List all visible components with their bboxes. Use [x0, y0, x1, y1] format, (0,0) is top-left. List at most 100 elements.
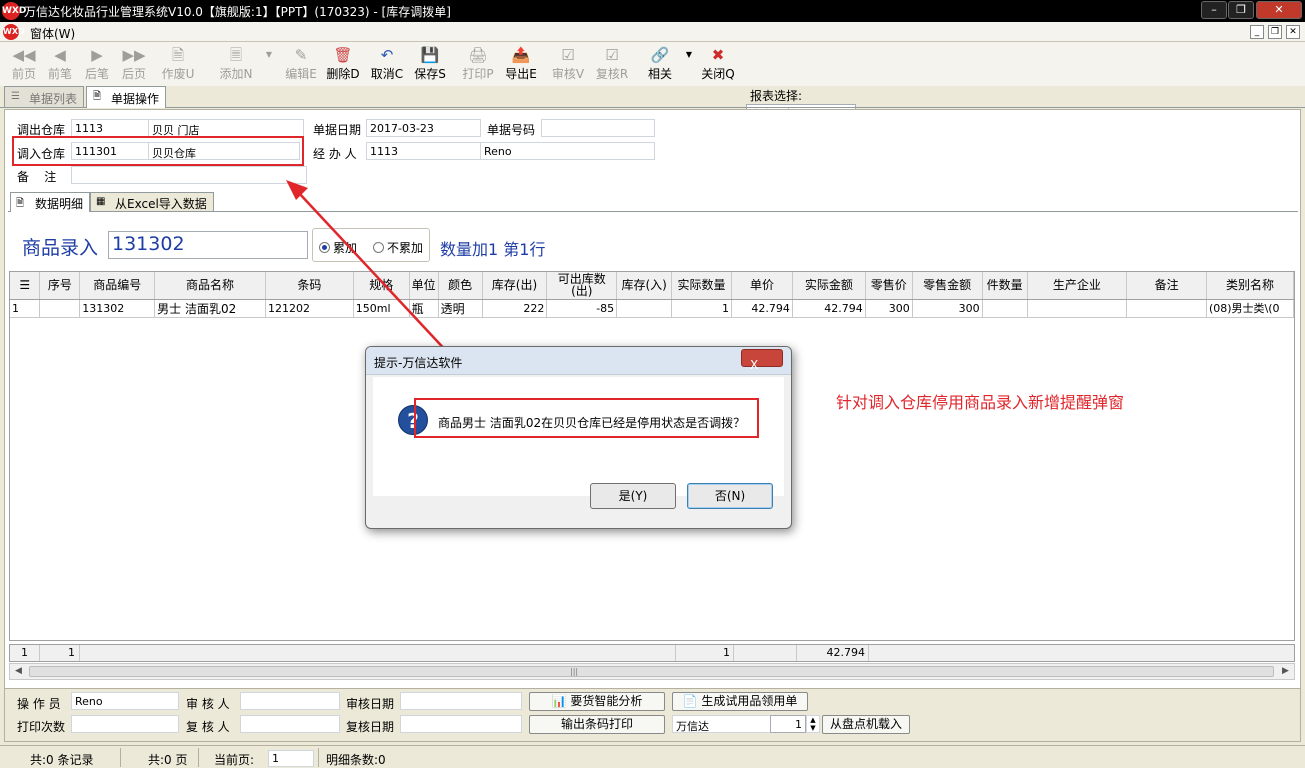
- note-input[interactable]: [71, 166, 307, 184]
- cell-unit[interactable]: 瓶: [409, 299, 439, 318]
- col-unit-price[interactable]: 单价: [731, 272, 793, 300]
- handler-name-input[interactable]: Reno: [480, 142, 655, 160]
- add-dropdown[interactable]: ▼: [262, 45, 276, 85]
- col-manufacturer[interactable]: 生产企业: [1027, 272, 1128, 300]
- status-records: 共:0 条记录: [30, 753, 94, 767]
- scroll-thumb[interactable]: [29, 666, 1274, 677]
- col-spec[interactable]: 规格: [353, 272, 410, 300]
- save-button[interactable]: 💾 保存S: [410, 45, 450, 85]
- print-count-input[interactable]: [71, 715, 179, 733]
- col-barcode[interactable]: 条码: [265, 272, 354, 300]
- mdi-minimize-icon[interactable]: _: [1250, 25, 1264, 39]
- print-button[interactable]: 🖨 打印P: [458, 45, 498, 85]
- col-unit[interactable]: 单位: [409, 272, 439, 300]
- col-retail-price[interactable]: 零售价: [865, 272, 913, 300]
- cancel-button[interactable]: ↶ 取消C: [367, 45, 407, 85]
- cell-color[interactable]: 透明: [438, 299, 483, 318]
- cell-row-no[interactable]: 1: [10, 299, 41, 318]
- menu-window[interactable]: 窗体(W): [30, 25, 75, 42]
- spin-arrows-icon[interactable]: ▲ ▼: [806, 715, 820, 733]
- col-stock-in[interactable]: 库存(入): [616, 272, 673, 300]
- col-stock-out[interactable]: 库存(出): [482, 272, 548, 300]
- mdi-close-icon[interactable]: ✕: [1286, 25, 1300, 39]
- col-retail-amount[interactable]: 零售金额: [912, 272, 983, 300]
- window-close-icon[interactable]: ✕: [1256, 1, 1302, 19]
- cell-manufacturer[interactable]: [1027, 299, 1128, 318]
- barcode-print-button[interactable]: 输出条码打印: [529, 715, 665, 734]
- col-actual-qty[interactable]: 实际数量: [671, 272, 733, 300]
- scroll-grip-icon: |||: [570, 667, 579, 676]
- generate-trial-bill-button[interactable]: 📄 生成试用品领用单: [672, 692, 808, 711]
- col-pieces[interactable]: 件数量: [982, 272, 1028, 300]
- tab-data-detail[interactable]: 🗎 数据明细: [10, 192, 91, 212]
- cell-retail-price[interactable]: 300: [865, 299, 913, 318]
- recheck-date-input[interactable]: [400, 715, 522, 733]
- cell-unit-price[interactable]: 42.794: [731, 299, 793, 318]
- restore-icon[interactable]: ❐: [1228, 1, 1254, 19]
- last-page-button[interactable]: ▶▶ 后页: [114, 45, 154, 85]
- product-entry-input[interactable]: 131302: [108, 231, 308, 259]
- tab-document-list[interactable]: ☰ 单据列表: [4, 86, 85, 107]
- cell-remark[interactable]: [1126, 299, 1207, 318]
- col-available-out[interactable]: 可出库数(出): [546, 272, 618, 300]
- cell-actual-qty[interactable]: 1: [671, 299, 733, 318]
- radio-no-accumulate[interactable]: 不累加: [373, 239, 423, 256]
- col-seq[interactable]: 序号: [39, 272, 81, 300]
- tab-document-operation[interactable]: 🗎 单据操作: [86, 86, 167, 108]
- smart-analysis-button[interactable]: 📊 要货智能分析: [529, 692, 665, 711]
- document-icon: 🗎: [16, 198, 25, 209]
- export-button[interactable]: 📤 导出E: [501, 45, 541, 85]
- close-button[interactable]: ✖ 关闭Q: [698, 45, 738, 85]
- audit-button[interactable]: ☑ 审核V: [548, 45, 588, 85]
- grid-horizontal-scrollbar[interactable]: ◀ ||| ▶: [9, 663, 1295, 680]
- col-product-name[interactable]: 商品名称: [154, 272, 266, 300]
- delete-button[interactable]: 🗑 删除D: [323, 45, 363, 85]
- tab-import-excel[interactable]: ▦ 从Excel导入数据: [90, 192, 214, 211]
- cell-spec[interactable]: 150ml: [353, 299, 410, 318]
- col-color[interactable]: 颜色: [438, 272, 483, 300]
- minimize-icon[interactable]: –: [1201, 1, 1227, 19]
- quantity-stepper[interactable]: 1: [770, 715, 806, 733]
- col-product-code[interactable]: 商品编号: [79, 272, 156, 300]
- dialog-close-button[interactable]: X: [741, 349, 783, 372]
- cell-product-name[interactable]: 男士 洁面乳02: [154, 299, 266, 318]
- scroll-left-icon[interactable]: ◀: [15, 666, 22, 676]
- col-category[interactable]: 类别名称: [1206, 272, 1294, 300]
- col-actual-amount[interactable]: 实际金额: [792, 272, 866, 300]
- out-warehouse-code-input[interactable]: 1113: [71, 119, 149, 137]
- doc-date-input[interactable]: 2017-03-23: [366, 119, 481, 137]
- out-warehouse-name-input[interactable]: 贝贝 门店: [148, 119, 304, 137]
- load-from-scanner-button[interactable]: 从盘点机载入: [822, 715, 910, 734]
- audit-date-input[interactable]: [400, 692, 522, 710]
- operator-input[interactable]: Reno: [71, 692, 179, 710]
- no-button[interactable]: 否(N): [687, 483, 773, 509]
- cell-product-code[interactable]: 131302: [79, 299, 156, 318]
- cell-available-out[interactable]: -85: [546, 299, 618, 318]
- auditor-input[interactable]: [240, 692, 340, 710]
- related-button[interactable]: 🔗 相关: [640, 45, 680, 85]
- cell-category[interactable]: (08)男士类\(0: [1206, 299, 1294, 318]
- mdi-restore-icon[interactable]: ❐: [1268, 25, 1282, 39]
- window-titlebar: WXD 万信达化妆品行业管理系统V10.0【旗舰版:1】【PPT】(170323…: [0, 0, 1305, 22]
- cell-stock-out[interactable]: 222: [482, 299, 548, 318]
- table-row[interactable]: 1 131302 男士 洁面乳02 121202 150ml 瓶 透明 222 …: [10, 299, 1294, 318]
- rechecker-input[interactable]: [240, 715, 340, 733]
- yes-button[interactable]: 是(Y): [590, 483, 676, 509]
- cell-actual-amount[interactable]: 42.794: [792, 299, 866, 318]
- cell-pieces[interactable]: [982, 299, 1028, 318]
- cell-seq[interactable]: [39, 299, 81, 318]
- radio-accumulate[interactable]: 累加: [319, 239, 357, 256]
- doc-number-input[interactable]: [541, 119, 655, 137]
- col-remark[interactable]: 备注: [1126, 272, 1207, 300]
- cell-barcode[interactable]: 121202: [265, 299, 354, 318]
- edit-button[interactable]: ✎ 编辑E: [281, 45, 321, 85]
- cell-stock-in[interactable]: [616, 299, 673, 318]
- current-page-input[interactable]: 1: [268, 750, 314, 767]
- add-button[interactable]: 🗏 添加N: [216, 45, 256, 85]
- cell-retail-amount[interactable]: 300: [912, 299, 983, 318]
- col-selector[interactable]: ☰: [10, 272, 41, 300]
- void-button[interactable]: 🗎 作废U: [158, 45, 198, 85]
- handler-code-input[interactable]: 1113: [366, 142, 481, 160]
- scroll-right-icon[interactable]: ▶: [1282, 666, 1289, 676]
- recheck-button[interactable]: ☑ 复核R: [592, 45, 632, 85]
